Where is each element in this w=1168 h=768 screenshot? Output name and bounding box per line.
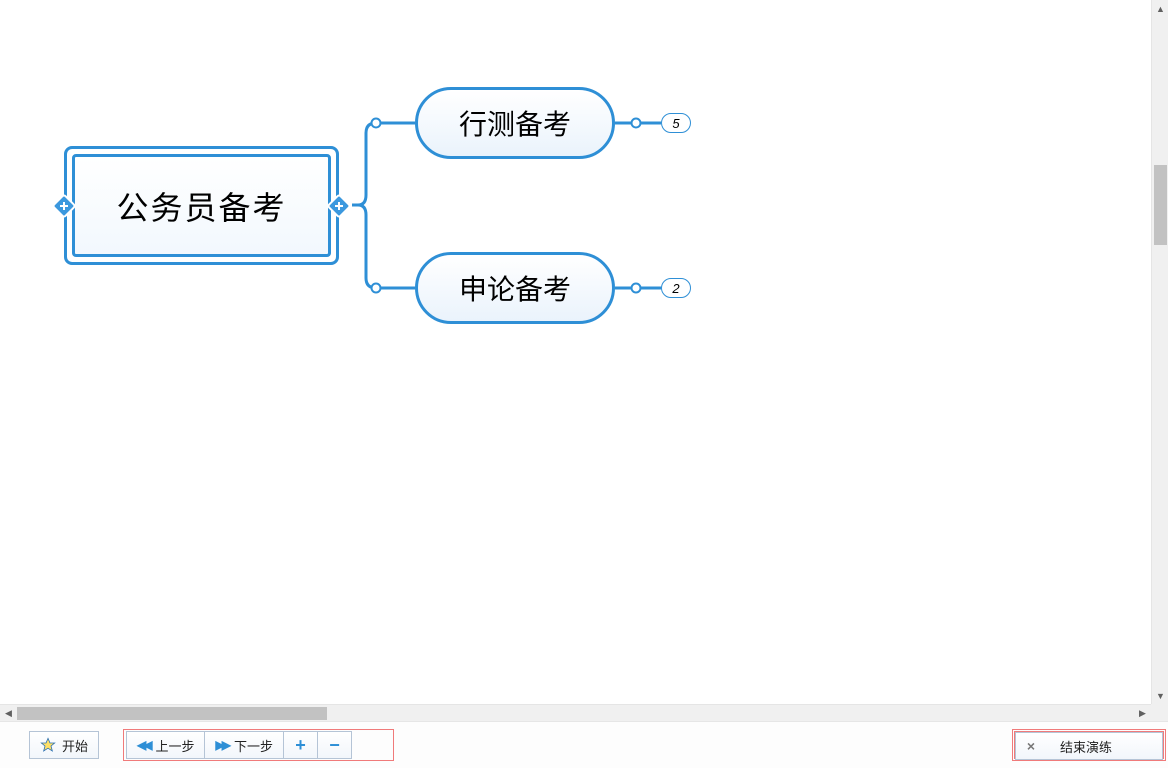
scroll-corner <box>1151 704 1168 721</box>
root-node-label: 公务员备考 <box>116 183 286 229</box>
prev-step-label: 上一步 <box>155 736 194 755</box>
hscroll-thumb[interactable] <box>17 707 327 720</box>
end-presentation-label: 结束演练 <box>1060 737 1112 756</box>
child-node-2[interactable]: 申论备考 <box>415 252 615 324</box>
end-group: × 结束演练 <box>1014 731 1164 759</box>
next-step-button[interactable]: ▶▶ 下一步 <box>205 731 283 759</box>
vscroll-thumb[interactable] <box>1154 165 1167 245</box>
minus-icon: − <box>329 736 340 754</box>
badge-1-value: 5 <box>672 116 679 131</box>
vertical-scrollbar[interactable]: ▲ ▼ <box>1151 0 1168 704</box>
badge-2-value: 2 <box>672 281 679 296</box>
close-icon: × <box>1024 738 1038 754</box>
presentation-toolbar: 开始 ◀◀ 上一步 ▶▶ 下一步 + − × 结束演练 <box>0 721 1168 768</box>
mindmap-canvas[interactable]: 公务员备考 行测备考 5 申论备考 2 <box>0 0 1148 704</box>
plus-icon: + <box>295 736 306 754</box>
zoom-out-button[interactable]: − <box>318 731 352 759</box>
zoom-in-button[interactable]: + <box>284 731 318 759</box>
start-button-label: 开始 <box>62 736 88 755</box>
next-step-label: 下一步 <box>234 736 273 755</box>
scroll-down-arrow-icon[interactable]: ▼ <box>1152 687 1168 704</box>
root-node-inner: 公务员备考 <box>72 154 331 257</box>
nav-group: ◀◀ 上一步 ▶▶ 下一步 + − <box>126 731 352 759</box>
rewind-icon: ◀◀ <box>137 738 149 752</box>
child-node-2-label: 申论备考 <box>459 268 571 308</box>
scroll-left-arrow-icon[interactable]: ◀ <box>0 705 17 722</box>
child-count-badge-2[interactable]: 2 <box>661 278 691 298</box>
start-button[interactable]: 开始 <box>29 731 99 759</box>
end-presentation-button[interactable]: × 结束演练 <box>1015 732 1163 760</box>
root-node[interactable]: 公务员备考 <box>64 146 339 265</box>
child-node-1-label: 行测备考 <box>459 103 571 143</box>
scroll-right-arrow-icon[interactable]: ▶ <box>1134 705 1151 722</box>
horizontal-scrollbar[interactable]: ◀ ▶ <box>0 704 1151 721</box>
star-icon <box>40 737 56 753</box>
scroll-up-arrow-icon[interactable]: ▲ <box>1152 0 1168 17</box>
fast-forward-icon: ▶▶ <box>215 738 227 752</box>
child-node-1[interactable]: 行测备考 <box>415 87 615 159</box>
start-group: 开始 <box>29 731 99 759</box>
prev-step-button[interactable]: ◀◀ 上一步 <box>126 731 205 759</box>
child-count-badge-1[interactable]: 5 <box>661 113 691 133</box>
